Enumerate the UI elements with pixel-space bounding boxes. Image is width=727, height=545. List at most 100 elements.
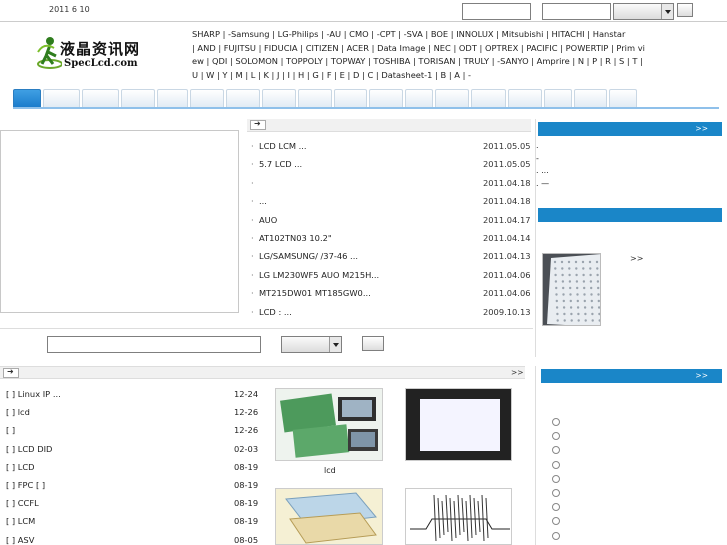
news-item[interactable]: · LCD LCM ... 2011.05.05 (247, 137, 531, 155)
news-title[interactable]: LCD : ... (259, 303, 484, 321)
tip-item[interactable]: [ ] lcd 12-26 (0, 403, 262, 421)
logo-domain[interactable]: SpecLcd.com (64, 58, 138, 69)
brand-link[interactable]: FUJITSU | (224, 43, 262, 53)
nav-tab[interactable] (508, 89, 542, 107)
brand-link[interactable]: BOE | (431, 29, 454, 39)
thumb-caption[interactable]: lcd (324, 466, 336, 475)
poll-radio[interactable] (552, 474, 560, 483)
poll-radio[interactable] (552, 531, 560, 540)
logo-icon[interactable] (36, 34, 62, 72)
brand-link[interactable]: -Samsung | (228, 29, 275, 39)
nav-tab[interactable] (574, 89, 607, 107)
brand-link[interactable]: PACIFIC | (526, 43, 563, 53)
nav-tab[interactable] (262, 89, 296, 107)
brand-link[interactable]: SHARP | (192, 29, 225, 39)
brand-link[interactable]: -SVA | (404, 29, 429, 39)
brand-link[interactable]: POWERTIP | (566, 43, 614, 53)
search-input[interactable] (47, 336, 261, 353)
tip-title[interactable]: [ ] CCFL (6, 494, 39, 512)
brand-link[interactable]: TRULY | (464, 56, 495, 66)
nav-tab[interactable] (190, 89, 224, 107)
nav-tab[interactable] (405, 89, 433, 107)
news-item[interactable]: · LCD : ... 2009.10.13 (247, 303, 531, 321)
brand-link[interactable]: -CPT | (377, 29, 401, 39)
news-title[interactable]: LCD LCM ... (259, 137, 484, 155)
nav-tab[interactable] (544, 89, 572, 107)
news-item[interactable]: · 5.7 LCD ... 2011.05.05 (247, 155, 531, 173)
news-title[interactable]: LG LM230WF5 AUO M215H... (259, 266, 484, 284)
brand-link[interactable]: HITACHI | (552, 29, 591, 39)
nav-tab[interactable] (369, 89, 403, 107)
news-title[interactable]: MT215DW01 MT185GW0... (259, 284, 484, 302)
nav-tab[interactable] (226, 89, 260, 107)
right-list-item[interactable]: . (536, 140, 716, 153)
tip-item[interactable]: [ ] FPC [ ] 08-19 (0, 476, 262, 494)
brand-link[interactable]: Hanstar (593, 29, 626, 39)
news-item[interactable]: · LG/SAMSUNG/ /37-46 ... 2011.04.13 (247, 247, 531, 265)
news-title[interactable]: AT102TN03 10.2" (259, 229, 484, 247)
nav-tab[interactable] (13, 89, 41, 107)
logo-text[interactable]: 液晶资讯网 (60, 38, 140, 59)
brand-link[interactable]: N | P | R | S | T | (578, 56, 643, 66)
brand-link[interactable]: Prim vi (616, 43, 645, 53)
tip-item[interactable]: [ ] 12-26 (0, 421, 262, 439)
brand-link[interactable]: ew | (192, 56, 209, 66)
top-select[interactable] (613, 3, 674, 20)
tip-title[interactable]: [ ] LCM (6, 512, 35, 530)
tip-title[interactable]: [ ] lcd (6, 403, 30, 421)
tip-title[interactable]: [ ] (6, 421, 15, 439)
nav-tab[interactable] (82, 89, 119, 107)
nav-tab[interactable] (471, 89, 506, 107)
brand-link[interactable]: ODT | (459, 43, 482, 53)
thumb-backlight[interactable] (405, 388, 512, 461)
nav-tab[interactable] (609, 89, 637, 107)
brand-link[interactable]: ACER | (347, 43, 375, 53)
tip-title[interactable]: [ ] ASV (6, 531, 34, 545)
brand-link[interactable]: SOLOMON | (235, 56, 283, 66)
tip-item[interactable]: [ ] LCD 08-19 (0, 458, 262, 476)
news-item[interactable]: · LG LM230WF5 AUO M215H... 2011.04.06 (247, 266, 531, 284)
news-title[interactable]: ... (259, 192, 484, 210)
tip-title[interactable]: [ ] Linux IP ... (6, 385, 61, 403)
poll-radio[interactable] (552, 418, 560, 426)
brand-link[interactable]: Mitsubishi | (502, 29, 549, 39)
brand-link[interactable]: Datasheet-1 | (381, 70, 438, 80)
password-input[interactable] (542, 3, 611, 20)
news-item[interactable]: · 2011.04.18 (247, 174, 531, 192)
brand-link[interactable]: LG-Philips | (278, 29, 324, 39)
news-item[interactable]: · MT215DW01 MT185GW0... 2011.04.06 (247, 284, 531, 302)
username-input[interactable] (462, 3, 531, 20)
search-button[interactable] (362, 336, 384, 351)
tip-item[interactable]: [ ] LCD DID 02-03 (0, 440, 262, 458)
right-list-item[interactable]: . — (536, 178, 716, 191)
brand-link[interactable]: QDI | (212, 56, 233, 66)
news-title[interactable]: 5.7 LCD ... (259, 155, 484, 173)
more-link-2[interactable]: >> (630, 254, 643, 263)
tip-title[interactable]: [ ] FPC [ ] (6, 476, 45, 494)
brand-link[interactable]: FIDUCIA | (264, 43, 303, 53)
tip-item[interactable]: [ ] CCFL 08-19 (0, 494, 262, 512)
nav-tab[interactable] (121, 89, 155, 107)
thumb-schematic[interactable] (405, 488, 512, 545)
top-submit-button[interactable] (677, 3, 693, 17)
brand-link[interactable]: -AU | (327, 29, 347, 39)
thumb-circuit-board[interactable] (275, 388, 383, 461)
news-item[interactable]: · AT102TN03 10.2" 2011.04.14 (247, 229, 531, 247)
brand-link[interactable]: TOPWAY | (331, 56, 371, 66)
product-photo[interactable] (542, 253, 601, 326)
brand-link[interactable]: TOSHIBA | (373, 56, 415, 66)
nav-tab[interactable] (157, 89, 188, 107)
brand-link[interactable]: | AND | (192, 43, 221, 53)
brand-link[interactable]: INNOLUX | (456, 29, 499, 39)
brand-link[interactable]: OPTREX | (485, 43, 524, 53)
more-link[interactable]: >> (695, 124, 708, 133)
news-item[interactable]: · AUO 2011.04.17 (247, 211, 531, 229)
brand-link[interactable]: - (468, 70, 471, 80)
news-item[interactable]: · ... 2011.04.18 (247, 192, 531, 210)
brand-link[interactable]: B | A | (441, 70, 466, 80)
nav-tab[interactable] (334, 89, 367, 107)
poll-radio[interactable] (552, 460, 560, 469)
brand-link[interactable]: Data Image | (377, 43, 431, 53)
search-category-select[interactable] (281, 336, 342, 353)
brand-link[interactable]: TOPPOLY | (286, 56, 328, 66)
